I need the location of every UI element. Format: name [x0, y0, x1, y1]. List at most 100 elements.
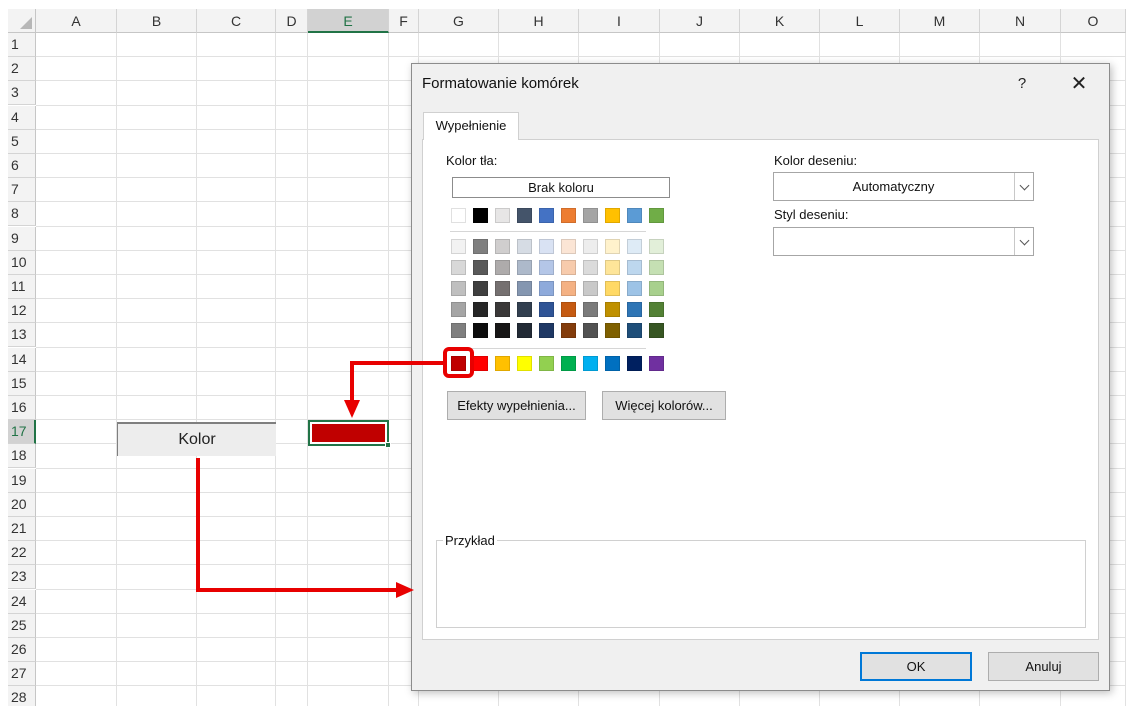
color-swatch-tint4-3[interactable] — [495, 302, 510, 317]
pattern-style-dropdown[interactable] — [773, 227, 1034, 256]
row-header-26[interactable]: 26 — [8, 638, 36, 662]
color-swatch-tint5-4[interactable] — [517, 323, 532, 338]
color-swatch-tint3-3[interactable] — [495, 281, 510, 296]
color-swatch-tint5-1[interactable] — [451, 323, 466, 338]
row-header-28[interactable]: 28 — [8, 686, 36, 706]
color-swatch-tint3-2[interactable] — [473, 281, 488, 296]
color-swatch-tint5-3[interactable] — [495, 323, 510, 338]
row-header-6[interactable]: 6 — [8, 154, 36, 178]
color-swatch-tint3-10[interactable] — [649, 281, 664, 296]
cell-b17-kolor[interactable]: Kolor — [117, 422, 276, 456]
color-swatch-tint5-7[interactable] — [583, 323, 598, 338]
color-swatch-theme-9[interactable] — [627, 208, 642, 223]
color-swatch-tint2-4[interactable] — [517, 260, 532, 275]
column-header-b[interactable]: B — [117, 9, 197, 33]
column-header-k[interactable]: K — [740, 9, 820, 33]
color-swatch-standard-10[interactable] — [649, 356, 664, 371]
row-header-27[interactable]: 27 — [8, 662, 36, 687]
column-header-e[interactable]: E — [308, 9, 389, 33]
row-header-17[interactable]: 17 — [8, 420, 36, 445]
color-swatch-tint4-1[interactable] — [451, 302, 466, 317]
column-header-c[interactable]: C — [197, 9, 276, 33]
help-button[interactable]: ? — [1008, 70, 1036, 98]
color-swatch-tint3-9[interactable] — [627, 281, 642, 296]
row-header-9[interactable]: 9 — [8, 226, 36, 251]
color-swatch-theme-8[interactable] — [605, 208, 620, 223]
color-swatch-tint3-8[interactable] — [605, 281, 620, 296]
color-swatch-tint4-7[interactable] — [583, 302, 598, 317]
color-swatch-tint1-4[interactable] — [517, 239, 532, 254]
color-swatch-tint1-9[interactable] — [627, 239, 642, 254]
color-swatch-tint3-6[interactable] — [561, 281, 576, 296]
chevron-down-icon[interactable] — [1014, 228, 1033, 255]
color-swatch-tint1-6[interactable] — [561, 239, 576, 254]
color-swatch-tint2-2[interactable] — [473, 260, 488, 275]
row-header-18[interactable]: 18 — [8, 444, 36, 469]
row-header-13[interactable]: 13 — [8, 323, 36, 348]
color-swatch-tint1-7[interactable] — [583, 239, 598, 254]
ok-button[interactable]: OK — [860, 652, 972, 681]
row-header-14[interactable]: 14 — [8, 347, 36, 372]
color-swatch-theme-3[interactable] — [495, 208, 510, 223]
color-swatch-tint4-4[interactable] — [517, 302, 532, 317]
tab-fill[interactable]: Wypełnienie — [423, 112, 519, 140]
column-header-d[interactable]: D — [276, 9, 308, 33]
color-swatch-standard-4[interactable] — [517, 356, 532, 371]
row-header-1[interactable]: 1 — [8, 33, 36, 57]
column-header-g[interactable]: G — [419, 9, 499, 33]
cell-e17-selected[interactable] — [308, 420, 391, 448]
close-button[interactable]: ✕ — [1064, 70, 1094, 98]
color-swatch-standard-8[interactable] — [605, 356, 620, 371]
column-header-m[interactable]: M — [900, 9, 980, 33]
column-header-n[interactable]: N — [980, 9, 1061, 33]
color-swatch-tint4-8[interactable] — [605, 302, 620, 317]
row-header-2[interactable]: 2 — [8, 57, 36, 82]
color-swatch-tint4-5[interactable] — [539, 302, 554, 317]
color-swatch-standard-5[interactable] — [539, 356, 554, 371]
color-swatch-tint4-6[interactable] — [561, 302, 576, 317]
color-swatch-tint5-8[interactable] — [605, 323, 620, 338]
color-swatch-tint3-7[interactable] — [583, 281, 598, 296]
color-swatch-tint2-5[interactable] — [539, 260, 554, 275]
color-swatch-tint5-9[interactable] — [627, 323, 642, 338]
row-header-11[interactable]: 11 — [8, 275, 36, 299]
fill-handle[interactable] — [385, 442, 391, 448]
color-swatch-standard-6[interactable] — [561, 356, 576, 371]
row-header-4[interactable]: 4 — [8, 105, 36, 130]
column-header-o[interactable]: O — [1061, 9, 1126, 33]
row-header-25[interactable]: 25 — [8, 613, 36, 638]
column-header-h[interactable]: H — [499, 9, 579, 33]
color-swatch-tint4-2[interactable] — [473, 302, 488, 317]
pattern-color-dropdown[interactable]: Automatyczny — [773, 172, 1034, 201]
row-header-22[interactable]: 22 — [8, 541, 36, 566]
color-swatch-theme-6[interactable] — [561, 208, 576, 223]
row-header-16[interactable]: 16 — [8, 396, 36, 420]
color-swatch-theme-2[interactable] — [473, 208, 488, 223]
row-header-21[interactable]: 21 — [8, 517, 36, 541]
color-swatch-theme-10[interactable] — [649, 208, 664, 223]
color-swatch-tint2-8[interactable] — [605, 260, 620, 275]
color-swatch-theme-5[interactable] — [539, 208, 554, 223]
color-swatch-theme-4[interactable] — [517, 208, 532, 223]
row-header-8[interactable]: 8 — [8, 202, 36, 227]
color-swatch-tint2-3[interactable] — [495, 260, 510, 275]
row-header-24[interactable]: 24 — [8, 589, 36, 614]
color-swatch-tint3-5[interactable] — [539, 281, 554, 296]
row-header-15[interactable]: 15 — [8, 371, 36, 396]
row-header-3[interactable]: 3 — [8, 81, 36, 106]
fill-effects-button[interactable]: Efekty wypełnienia... — [447, 391, 586, 420]
color-swatch-tint1-3[interactable] — [495, 239, 510, 254]
color-swatch-tint2-6[interactable] — [561, 260, 576, 275]
row-header-20[interactable]: 20 — [8, 492, 36, 517]
color-swatch-tint1-2[interactable] — [473, 239, 488, 254]
row-header-19[interactable]: 19 — [8, 468, 36, 493]
column-header-i[interactable]: I — [579, 9, 660, 33]
color-swatch-tint1-5[interactable] — [539, 239, 554, 254]
color-swatch-tint5-6[interactable] — [561, 323, 576, 338]
color-swatch-tint5-5[interactable] — [539, 323, 554, 338]
color-swatch-tint5-10[interactable] — [649, 323, 664, 338]
color-swatch-theme-1[interactable] — [451, 208, 466, 223]
row-header-10[interactable]: 10 — [8, 250, 36, 275]
column-header-j[interactable]: J — [660, 9, 740, 33]
color-swatch-tint2-9[interactable] — [627, 260, 642, 275]
